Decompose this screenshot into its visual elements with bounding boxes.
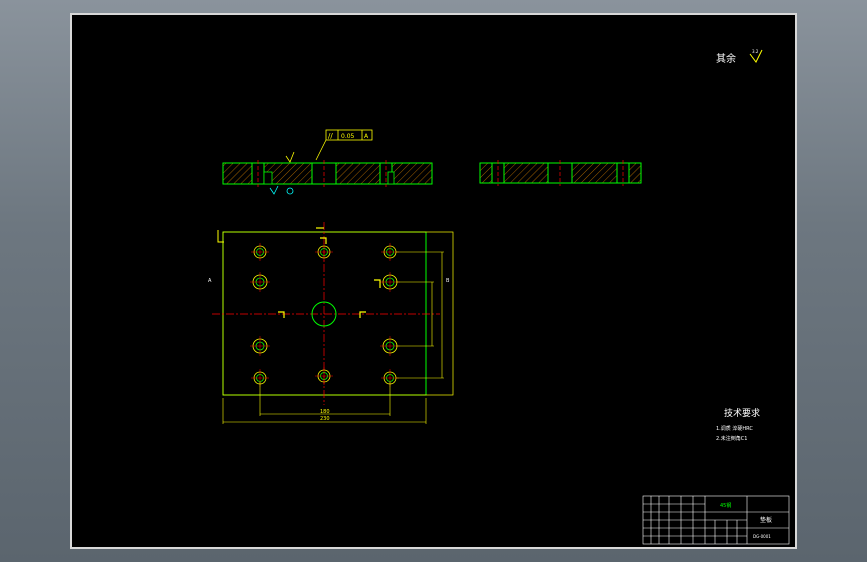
cad-drawing-canvas[interactable]: 其余 3.2 // 0.05 A A B 180 230 技术要求 1.调质 淬… bbox=[0, 0, 867, 562]
dim-inner-text: 180 bbox=[320, 409, 330, 415]
tech-req-item-2: 2.未注倒角C1 bbox=[716, 435, 747, 442]
tech-req-title: 技术要求 bbox=[724, 407, 760, 419]
plan-hole bbox=[250, 272, 270, 292]
tech-requirements: 技术要求 1.调质 淬硬HRC 2.未注倒角C1 bbox=[716, 407, 760, 442]
fcf-datum: A bbox=[364, 133, 369, 140]
fcf-symbol: // bbox=[328, 132, 333, 140]
fcf-leader bbox=[315, 139, 327, 161]
plan-hole bbox=[315, 367, 333, 385]
tech-req-item-1: 1.调质 淬硬HRC bbox=[716, 425, 753, 432]
cut-marker-r2 bbox=[374, 279, 381, 288]
plan-holes bbox=[250, 243, 400, 387]
plan-hole bbox=[315, 243, 333, 261]
feature-control-frame: // 0.05 A bbox=[325, 129, 373, 141]
section-mark-right-label: B bbox=[446, 278, 450, 284]
cut-marker-t2 bbox=[320, 237, 327, 244]
roughness-mark-bottom-icon bbox=[269, 185, 279, 195]
cut-marker-left bbox=[278, 311, 285, 318]
section-view-left: // 0.05 A bbox=[222, 129, 433, 195]
plan-view: A B 180 230 bbox=[208, 222, 454, 424]
roughness-mark-top-icon bbox=[285, 151, 295, 163]
section-counterbore-2 bbox=[387, 171, 395, 185]
plan-hole bbox=[250, 336, 270, 356]
title-block-part-name: 垫板 bbox=[760, 516, 772, 524]
dim-outer-text: 230 bbox=[320, 416, 330, 422]
datum-circle-icon bbox=[286, 187, 294, 195]
plan-extension-outline bbox=[222, 231, 454, 396]
roughness-value: 3.2 bbox=[752, 49, 759, 54]
section-mark-left-label: A bbox=[208, 278, 212, 284]
general-roughness-note: 其余 3.2 bbox=[716, 49, 763, 65]
plan-plate-outline bbox=[222, 231, 427, 396]
plan-hole bbox=[251, 243, 269, 261]
title-block-material: 45钢 bbox=[720, 502, 731, 509]
fcf-tolerance: 0.05 bbox=[341, 133, 355, 140]
section-counterbore-1 bbox=[263, 171, 273, 185]
cut-marker-right bbox=[359, 311, 366, 318]
roughness-note-label: 其余 bbox=[716, 52, 736, 65]
section-view-right bbox=[479, 160, 642, 186]
title-block-drawing-number: DG-0001 bbox=[753, 534, 771, 539]
